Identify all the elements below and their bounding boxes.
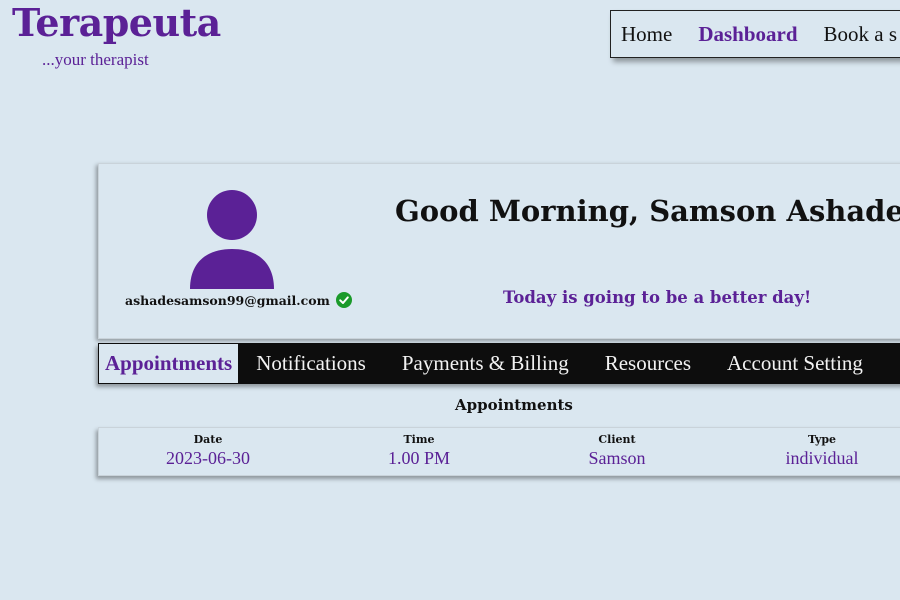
tab-resources[interactable]: Resources bbox=[587, 343, 709, 384]
cell-client: Samson bbox=[588, 448, 646, 468]
top-navigation: Home Dashboard Book a s bbox=[610, 10, 900, 58]
column-date: Date 2023-06-30 bbox=[108, 433, 308, 469]
greeting-subline: Today is going to be a better day! bbox=[503, 288, 812, 307]
appointments-table: Date 2023-06-30 Time 1.00 PM Client Sams… bbox=[98, 427, 900, 476]
tab-account-settings[interactable]: Account Setting bbox=[709, 343, 881, 384]
column-header-type: Type bbox=[807, 433, 837, 446]
brand[interactable]: Terapeuta bbox=[12, 0, 221, 46]
tab-payments-billing[interactable]: Payments & Billing bbox=[384, 343, 587, 384]
column-time: Time 1.00 PM bbox=[319, 433, 519, 469]
column-type: Type individual bbox=[722, 433, 900, 469]
profile-card: ashadesamson99@gmail.com Good Morning, S… bbox=[98, 163, 900, 339]
nav-book-session-link[interactable]: Book a s bbox=[824, 22, 898, 47]
tab-notifications[interactable]: Notifications bbox=[238, 343, 384, 384]
dashboard-tabs: Appointments Notifications Payments & Bi… bbox=[98, 343, 900, 384]
verified-check-icon bbox=[335, 292, 352, 308]
brand-title[interactable]: Terapeuta bbox=[12, 0, 221, 46]
tab-appointments[interactable]: Appointments bbox=[99, 344, 239, 383]
user-email: ashadesamson99@gmail.com bbox=[125, 292, 330, 308]
column-header-client: Client bbox=[598, 433, 636, 446]
email-row: ashadesamson99@gmail.com bbox=[125, 292, 352, 308]
brand-tagline: ...your therapist bbox=[42, 50, 149, 69]
column-header-time: Time bbox=[403, 433, 435, 446]
appointments-title: Appointments bbox=[455, 396, 573, 414]
cell-date: 2023-06-30 bbox=[166, 448, 250, 468]
nav-home-link[interactable]: Home bbox=[621, 22, 672, 47]
column-client: Client Samson bbox=[517, 433, 717, 469]
cell-time: 1.00 PM bbox=[387, 448, 450, 468]
cell-type: individual bbox=[785, 448, 859, 468]
nav-dashboard-link[interactable]: Dashboard bbox=[698, 22, 797, 47]
user-avatar-icon bbox=[190, 190, 274, 289]
column-header-date: Date bbox=[193, 433, 223, 446]
greeting-heading: Good Morning, Samson Ashade. bbox=[395, 194, 900, 228]
